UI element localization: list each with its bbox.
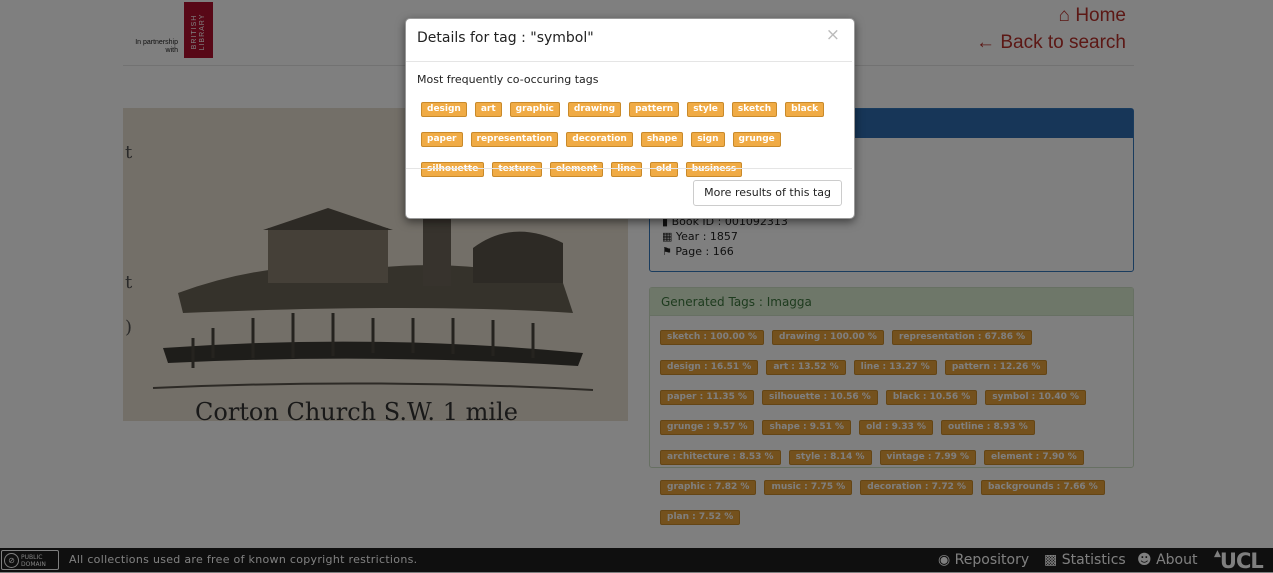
modal-footer-divider	[406, 168, 852, 169]
more-results-button[interactable]: More results of this tag	[693, 180, 842, 206]
modal-header: Details for tag : "symbol" ×	[406, 19, 852, 62]
co-occurring-tag[interactable]: sketch	[731, 102, 778, 117]
co-occurring-tag[interactable]: business	[685, 162, 743, 177]
co-occurring-tag[interactable]: drawing	[567, 102, 622, 117]
co-occurring-tag[interactable]: pattern	[629, 102, 680, 117]
modal-title: Details for tag : "symbol"	[417, 30, 594, 46]
co-occurring-tag[interactable]: black	[785, 102, 825, 117]
co-occurring-tag[interactable]: art	[474, 102, 502, 117]
co-occurring-tag[interactable]: shape	[640, 132, 684, 147]
co-occurring-tag[interactable]: style	[687, 102, 724, 117]
co-occurring-tag[interactable]: old	[649, 162, 678, 177]
co-occurring-tag[interactable]: design	[421, 102, 467, 117]
co-occurring-tag[interactable]: grunge	[732, 132, 781, 147]
co-occurring-tag[interactable]: graphic	[509, 102, 560, 117]
tag-details-modal: Details for tag : "symbol" × Most freque…	[405, 18, 855, 219]
co-occurring-tags-list: design art graphic drawing pattern style sketc…	[421, 96, 841, 186]
co-occurring-tag[interactable]: sign	[691, 132, 725, 147]
co-occurring-tag[interactable]: silhouette	[421, 162, 485, 177]
co-occurring-tag[interactable]: element	[549, 162, 604, 177]
co-occurring-tag[interactable]: decoration	[566, 132, 633, 147]
co-occurring-tag[interactable]: paper	[421, 132, 463, 147]
co-occurring-tag[interactable]: texture	[492, 162, 542, 177]
co-occurring-tag[interactable]: line	[611, 162, 642, 177]
co-occurring-tag[interactable]: representation	[470, 132, 559, 147]
co-occurring-label: Most frequently co-occuring tags	[417, 73, 599, 86]
close-icon[interactable]: ×	[826, 25, 840, 45]
